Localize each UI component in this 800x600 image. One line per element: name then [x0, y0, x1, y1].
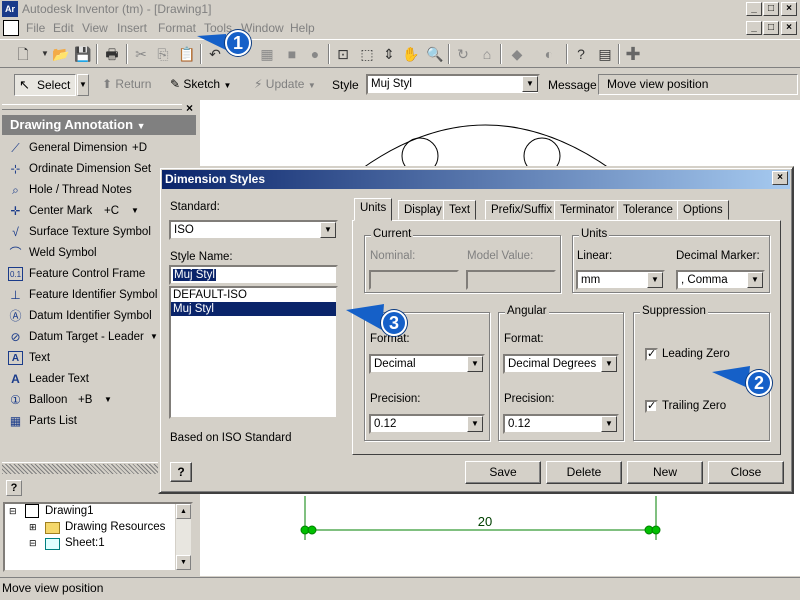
callout-arrow-2: [712, 366, 750, 388]
tab-units[interactable]: Units: [354, 198, 393, 221]
callout-arrows: [197, 34, 750, 388]
callout-badge-3: 3: [381, 310, 407, 336]
callout-arrow-1: [197, 34, 226, 50]
callout-arrow-3: [346, 304, 384, 330]
callout-badge-1: 1: [225, 30, 251, 56]
callout-badge-2: 2: [746, 370, 772, 396]
